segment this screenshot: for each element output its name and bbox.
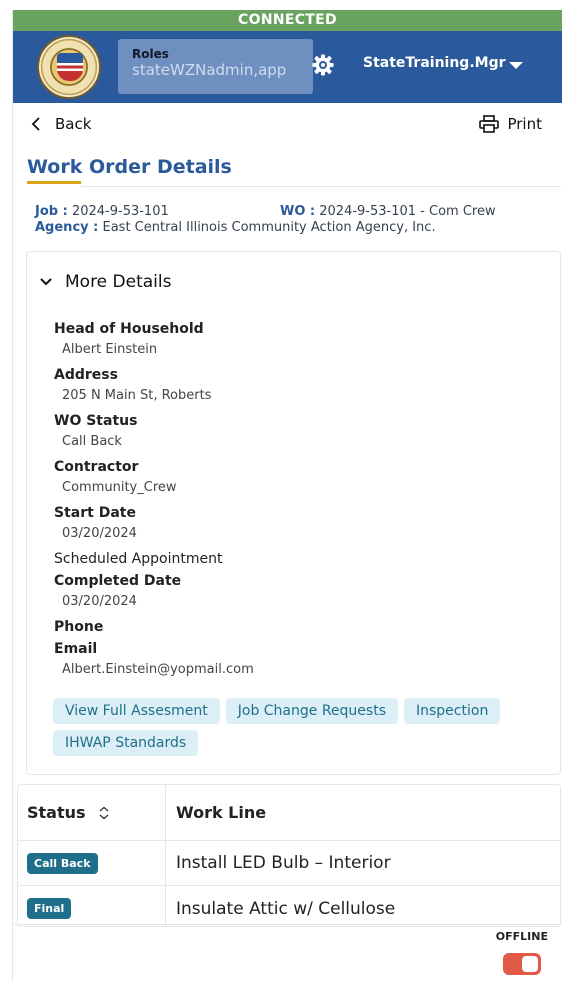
state-seal-icon[interactable]: [37, 35, 101, 99]
chevron-down-icon: [40, 278, 52, 286]
work-line-column-header: Work Line: [176, 803, 267, 822]
field-value: Call Back: [62, 434, 122, 449]
field-label: Start Date: [54, 505, 136, 521]
work-line-cell: Install LED Bulb – Interior: [176, 853, 391, 873]
field-label: Head of Household: [54, 321, 204, 337]
app-header: Roles stateWZNadmin,app StateTraining.Mg…: [13, 31, 562, 103]
app-frame: CONNECTED Roles stateWZNadmin,app StateT…: [12, 10, 562, 981]
details-fields: Head of Household Albert Einstein Addres…: [54, 318, 254, 684]
caret-down-icon[interactable]: [509, 62, 523, 69]
title-divider: [81, 186, 561, 187]
view-full-assessment-button[interactable]: View Full Assesment: [53, 698, 220, 724]
field-label: Phone: [54, 619, 104, 635]
status-column-header[interactable]: Status: [18, 785, 166, 840]
status-badge: Call Back: [27, 852, 98, 874]
sort-icon[interactable]: [98, 806, 110, 820]
more-details-toggle[interactable]: More Details: [39, 272, 171, 292]
inspection-button[interactable]: Inspection: [404, 698, 501, 724]
field-value: Albert Einstein: [62, 342, 158, 357]
connection-status-bar: CONNECTED: [13, 10, 562, 31]
gear-icon[interactable]: [311, 53, 335, 77]
offline-toggle[interactable]: [503, 953, 541, 975]
job-line: Job : 2024-9-53-101 WO : 2024-9-53-101 -…: [35, 204, 555, 220]
work-lines-table: Status Work Line Call Back Install LED B…: [17, 784, 561, 927]
seal-shield-icon: [57, 53, 83, 81]
table-row[interactable]: Final Insulate Attic w/ Cellulose: [18, 886, 560, 926]
job-change-requests-button[interactable]: Job Change Requests: [225, 698, 398, 724]
back-button[interactable]: Back: [31, 115, 91, 133]
field-label: Scheduled Appointment: [54, 551, 223, 567]
offline-label: OFFLINE: [495, 930, 548, 943]
wo-label: WO :: [280, 204, 316, 219]
job-value: 2024-9-53-101: [71, 204, 169, 219]
field-label: Address: [54, 367, 118, 383]
field-value: Community_Crew: [62, 480, 177, 495]
more-details-label: More Details: [65, 272, 172, 292]
agency-line: Agency : East Central Illinois Community…: [35, 220, 555, 236]
work-line-cell: Insulate Attic w/ Cellulose: [176, 898, 396, 919]
agency-value: East Central Illinois Community Action A…: [102, 220, 436, 235]
nav-row: Back Print: [13, 103, 562, 151]
field-label: Completed Date: [54, 573, 182, 589]
toggle-knob: [522, 956, 538, 972]
field-label: Contractor: [54, 459, 139, 475]
roles-selector[interactable]: Roles stateWZNadmin,app: [118, 39, 313, 94]
agency-label: Agency :: [35, 220, 99, 235]
table-header-row: Status Work Line: [18, 785, 560, 841]
status-cell: Final: [18, 886, 166, 926]
page-title: Work Order Details: [27, 156, 232, 178]
title-underline: [27, 181, 81, 184]
print-label: Print: [507, 115, 542, 133]
field-value: 205 N Main St, Roberts: [62, 388, 212, 403]
status-cell: Call Back: [18, 841, 166, 885]
user-menu-name[interactable]: StateTraining.Mgr: [363, 55, 506, 71]
field-value: 03/20/2024: [62, 594, 137, 609]
more-details-card: More Details Head of Household Albert Ei…: [26, 251, 561, 775]
printer-icon: [479, 115, 500, 133]
job-info: Job : 2024-9-53-101 WO : 2024-9-53-101 -…: [35, 204, 555, 236]
field-label: Email: [54, 641, 98, 657]
status-badge: Final: [27, 898, 72, 919]
ihwap-standards-button[interactable]: IHWAP Standards: [53, 730, 199, 756]
field-value: 03/20/2024: [62, 526, 137, 541]
wo-line: WO : 2024-9-53-101 - Com Crew: [280, 204, 496, 220]
action-chips: View Full Assesment Job Change Requests …: [53, 698, 523, 756]
job-label: Job :: [35, 204, 68, 219]
print-button[interactable]: Print: [479, 115, 542, 133]
chevron-left-icon: [31, 117, 40, 131]
table-row[interactable]: Call Back Install LED Bulb – Interior: [18, 841, 560, 886]
back-label: Back: [55, 115, 92, 133]
roles-label: Roles: [132, 47, 169, 61]
field-label: WO Status: [54, 413, 138, 429]
wo-value: 2024-9-53-101 - Com Crew: [319, 204, 496, 219]
field-value: Albert.Einstein@yopmail.com: [62, 662, 254, 677]
status-header-label: Status: [27, 803, 86, 822]
footer-divider: [13, 924, 562, 925]
roles-value: stateWZNadmin,app: [132, 61, 287, 79]
